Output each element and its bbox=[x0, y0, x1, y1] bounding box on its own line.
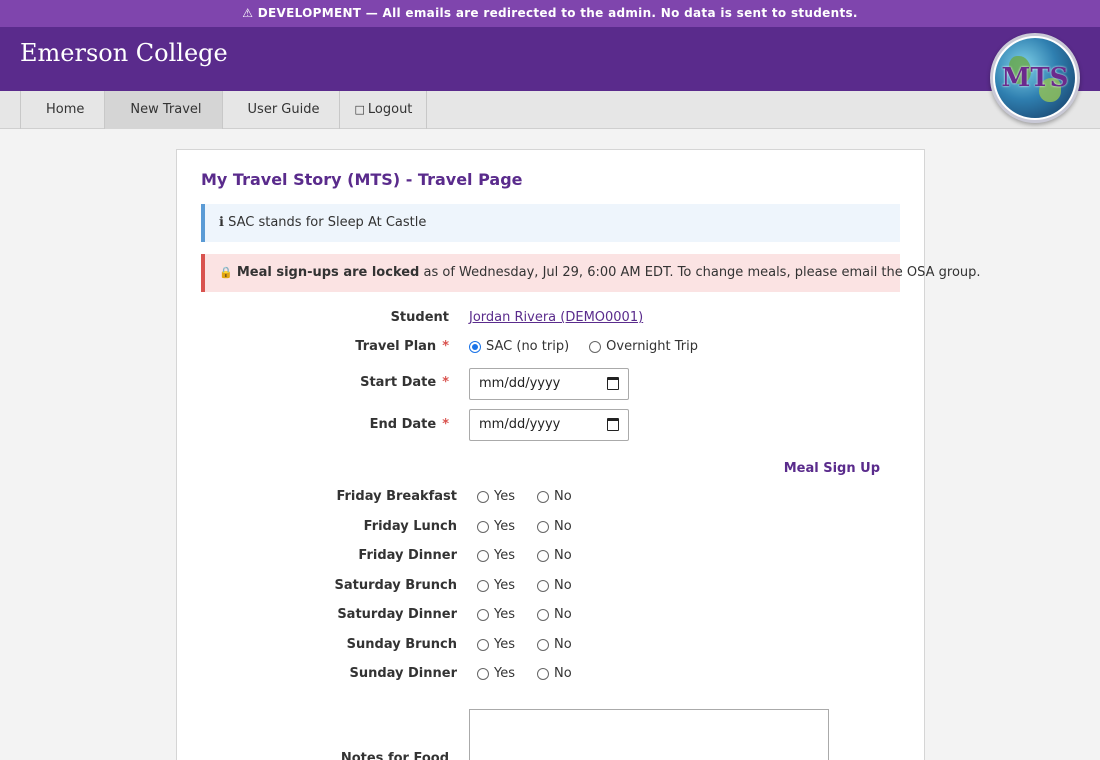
dev-banner: ⚠ DEVELOPMENT — All emails are redirecte… bbox=[0, 0, 1100, 27]
logo-lettering: MTS bbox=[1001, 63, 1069, 93]
radio[interactable] bbox=[537, 608, 549, 621]
locked-alert-heading: Meal sign-ups are locked bbox=[236, 265, 420, 280]
meal-label: Friday Lunch bbox=[363, 519, 457, 534]
meal-label: Saturday Brunch bbox=[334, 578, 457, 593]
meal-option-group: Yes No bbox=[477, 666, 594, 681]
nav-logout[interactable]: □ Logout bbox=[339, 91, 428, 129]
radio[interactable] bbox=[589, 340, 602, 353]
lock-icon: 🔒 bbox=[219, 266, 233, 279]
notes-textarea[interactable] bbox=[469, 709, 829, 760]
radio[interactable] bbox=[477, 490, 489, 503]
nav-new-travel[interactable]: New Travel bbox=[104, 91, 222, 129]
travel-plan-group: SAC (no trip) Overnight Trip bbox=[469, 339, 718, 354]
radio[interactable] bbox=[537, 579, 549, 592]
globe-icon: MTS bbox=[995, 38, 1075, 118]
end-date-label: End Date * bbox=[369, 417, 449, 432]
mts-logo[interactable]: MTS bbox=[990, 33, 1080, 123]
page-title: My Travel Story (MTS) - Travel Page bbox=[201, 170, 523, 189]
radio[interactable] bbox=[537, 549, 549, 562]
start-date-input[interactable]: mm/dd/yyyy bbox=[469, 368, 629, 400]
meal-no-option[interactable]: No bbox=[537, 489, 572, 504]
meal-label: Saturday Dinner bbox=[337, 607, 457, 622]
radio[interactable] bbox=[477, 638, 489, 651]
meal-no-option[interactable]: No bbox=[537, 637, 572, 652]
meal-option-group: Yes No bbox=[477, 578, 594, 593]
meal-no-option[interactable]: No bbox=[537, 578, 572, 593]
travel-form-card: My Travel Story (MTS) - Travel Page ℹ SA… bbox=[176, 149, 981, 760]
meal-label: Friday Breakfast bbox=[336, 489, 457, 504]
radio[interactable] bbox=[477, 667, 489, 680]
radio[interactable] bbox=[537, 520, 549, 533]
radio[interactable] bbox=[537, 638, 549, 651]
meal-label: Friday Dinner bbox=[358, 548, 457, 563]
info-text: SAC stands for Sleep At Castle bbox=[228, 215, 427, 230]
meal-yes-option[interactable]: Yes bbox=[477, 578, 515, 593]
meal-no-option[interactable]: No bbox=[537, 519, 572, 534]
meal-option-group: Yes No bbox=[477, 489, 594, 504]
meal-option-group: Yes No bbox=[477, 607, 594, 622]
meal-label: Sunday Brunch bbox=[346, 637, 457, 652]
radio[interactable] bbox=[477, 579, 489, 592]
locked-alert: 🔒 Meal sign-ups are locked as of Wednesd… bbox=[201, 254, 981, 292]
site-header: Emerson College bbox=[0, 27, 1100, 91]
meal-section-title: Meal Sign Up bbox=[783, 461, 880, 476]
meal-label: Sunday Dinner bbox=[349, 666, 457, 681]
meal-yes-option[interactable]: Yes bbox=[477, 666, 515, 681]
meal-option-group: Yes No bbox=[477, 637, 594, 652]
nav-logout-label: Logout bbox=[367, 102, 413, 117]
main-nav: Home New Travel User Guide □ Logout bbox=[0, 91, 1100, 129]
info-alert: ℹ SAC stands for Sleep At Castle bbox=[201, 204, 900, 242]
travel-plan-label: Travel Plan * bbox=[355, 339, 449, 354]
radio[interactable] bbox=[477, 549, 489, 562]
meal-yes-option[interactable]: Yes bbox=[477, 548, 515, 563]
radio[interactable] bbox=[477, 520, 489, 533]
nav-home[interactable]: Home bbox=[20, 91, 104, 129]
meal-no-option[interactable]: No bbox=[537, 607, 572, 622]
radio[interactable] bbox=[537, 490, 549, 503]
info-icon: ℹ bbox=[219, 215, 224, 230]
meal-no-option[interactable]: No bbox=[537, 666, 572, 681]
notes-label: Notes for Food bbox=[340, 751, 449, 760]
radio[interactable] bbox=[477, 608, 489, 621]
meal-no-option[interactable]: No bbox=[537, 548, 572, 563]
brand-title: Emerson College bbox=[20, 39, 228, 67]
locked-alert-text: as of Wednesday, Jul 29, 6:00 AM EDT. To… bbox=[419, 265, 981, 280]
calendar-icon[interactable] bbox=[607, 418, 619, 431]
radio[interactable] bbox=[537, 667, 549, 680]
meal-yes-option[interactable]: Yes bbox=[477, 607, 515, 622]
calendar-icon[interactable] bbox=[607, 377, 619, 390]
student-label: Student bbox=[390, 310, 449, 325]
logout-icon: □ bbox=[354, 103, 365, 116]
meal-yes-option[interactable]: Yes bbox=[477, 489, 515, 504]
student-link[interactable]: Jordan Rivera (DEMO0001) bbox=[469, 310, 643, 325]
travel-plan-overnight[interactable]: Overnight Trip bbox=[589, 339, 698, 354]
meal-yes-option[interactable]: Yes bbox=[477, 519, 515, 534]
meal-option-group: Yes No bbox=[477, 519, 594, 534]
meal-option-group: Yes No bbox=[477, 548, 594, 563]
nav-user-guide[interactable]: User Guide bbox=[221, 91, 340, 129]
end-date-input[interactable]: mm/dd/yyyy bbox=[469, 409, 629, 441]
radio-checked[interactable] bbox=[469, 340, 481, 353]
travel-plan-sac[interactable]: SAC (no trip) bbox=[469, 339, 569, 354]
meal-yes-option[interactable]: Yes bbox=[477, 637, 515, 652]
start-date-label: Start Date * bbox=[360, 375, 449, 390]
